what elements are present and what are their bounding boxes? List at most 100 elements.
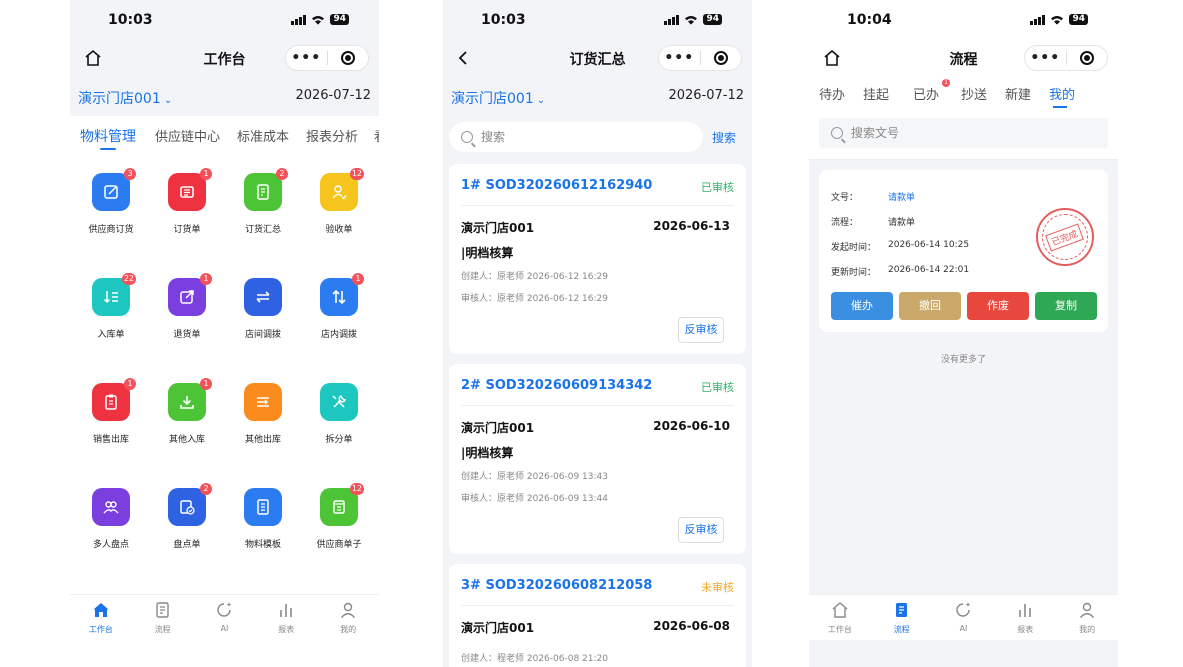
- grid-item[interactable]: 12 验收单: [301, 168, 377, 235]
- withdraw-button[interactable]: 撤回: [899, 292, 961, 320]
- grid-item[interactable]: 2 盘点单: [149, 483, 225, 550]
- order-store: 演示门店001: [461, 421, 535, 435]
- tabbar-mine[interactable]: 我的: [1056, 595, 1118, 640]
- tabbar-report[interactable]: 报表: [994, 595, 1056, 640]
- store-selector[interactable]: 演示门店001 ⌄: [451, 88, 545, 108]
- grid-item[interactable]: 1 订货单: [149, 168, 225, 235]
- tabbar-ai[interactable]: AI: [194, 595, 256, 640]
- tabbar-workbench[interactable]: 工作台: [70, 595, 132, 640]
- unapprove-button[interactable]: 反审核: [678, 517, 724, 543]
- tab-cc[interactable]: 抄送: [961, 84, 987, 103]
- grid-item[interactable]: 1 店内调拨: [301, 273, 377, 340]
- grid-item[interactable]: 2 订货汇总: [225, 168, 301, 235]
- clipboard-icon: 1: [92, 378, 136, 421]
- void-button[interactable]: 作废: [967, 292, 1029, 320]
- ai-icon: [956, 602, 971, 617]
- store-selector[interactable]: 演示门店001 ⌄: [78, 88, 172, 108]
- battery-icon: 94: [703, 14, 722, 25]
- nav-bar: 流程 •••: [809, 40, 1118, 76]
- wifi-icon: [1051, 15, 1064, 25]
- mini-program-capsule: •••: [658, 45, 742, 71]
- search-icon: [831, 127, 843, 139]
- copy-button[interactable]: 复制: [1035, 292, 1097, 320]
- order-card[interactable]: 1# SOD320260612162940 已审核 演示门店001 2026-06…: [449, 164, 746, 354]
- grid-item-label: 订货汇总: [244, 225, 281, 235]
- grid-item[interactable]: 22 入库单: [73, 273, 149, 340]
- order-creator: 创建人：原老师 2026-06-12 16:29: [461, 272, 608, 282]
- up-down-icon: 1: [320, 273, 364, 316]
- count-badge: 1: [124, 378, 136, 390]
- edit-icon: 3: [92, 168, 136, 211]
- grid-item[interactable]: 12 供应商单子: [301, 483, 377, 550]
- grid-item[interactable]: 1 销售出库: [73, 378, 149, 445]
- grid-item[interactable]: 店间调拨: [225, 278, 301, 340]
- close-target-icon[interactable]: [700, 51, 741, 65]
- search-button[interactable]: 搜索: [712, 129, 736, 146]
- note-icon: 12: [320, 483, 364, 526]
- grid-item[interactable]: 拆分单: [301, 383, 377, 445]
- order-card[interactable]: 2# SOD320260609134342 已审核 演示门店001 2026-06…: [449, 364, 746, 554]
- grid-item[interactable]: 多人盘点: [73, 488, 149, 550]
- grid-item-label: 供应商订货: [88, 225, 134, 235]
- tab-material[interactable]: 物料管理: [80, 126, 136, 146]
- tab-done[interactable]: 已办: [913, 84, 939, 103]
- search-input[interactable]: [851, 126, 1031, 140]
- count-badge: 2: [200, 483, 212, 495]
- more-icon[interactable]: •••: [286, 45, 327, 71]
- tabbar-flow[interactable]: 流程: [132, 595, 194, 640]
- flow-card[interactable]: 文号： 请款单 流程： 请款单 发起时间： 2026-06-14 10:25 更新时间…: [819, 170, 1108, 332]
- tabbar-report[interactable]: 报表: [255, 595, 317, 640]
- tab-todo[interactable]: 待办: [819, 84, 845, 103]
- grid-item[interactable]: 3 供应商订货: [73, 168, 149, 235]
- signal-icon: [291, 14, 307, 25]
- flow-screen: 10:04 94 流程 ••• 待办 挂起 已办 1 抄送 新建 我的 文号： 请…: [809, 0, 1118, 667]
- tab-new[interactable]: 新建: [1005, 84, 1031, 103]
- grid-item-label: 供应商单子: [316, 540, 362, 550]
- tabbar-workbench[interactable]: 工作台: [809, 595, 871, 640]
- bottom-tab-bar: 工作台 流程 AI 报表 我的: [809, 594, 1118, 640]
- more-icon[interactable]: •••: [1025, 45, 1066, 71]
- status-badge: 已审核: [701, 181, 734, 194]
- order-date: 2026-06-08: [653, 619, 730, 633]
- tabbar-flow[interactable]: 流程: [871, 595, 933, 640]
- more-icon[interactable]: •••: [659, 45, 700, 71]
- user-check-icon: 12: [320, 168, 364, 211]
- grid-item[interactable]: 1 退货单: [149, 273, 225, 340]
- swap-icon: [244, 278, 282, 316]
- signal-icon: [664, 14, 680, 25]
- close-target-icon[interactable]: [1066, 51, 1107, 65]
- grid-item[interactable]: 1 其他入库: [149, 378, 225, 445]
- tab-standard-cost[interactable]: 标准成本: [237, 126, 289, 145]
- tab-mine[interactable]: 我的: [1049, 84, 1075, 103]
- doc-no-label: 文号：: [831, 193, 859, 203]
- completed-stamp: 已完成: [1036, 208, 1094, 266]
- order-creator: 创建人：原老师 2026-06-09 13:43: [461, 472, 608, 482]
- document-icon: 2: [244, 168, 288, 211]
- download-icon: 1: [168, 378, 212, 421]
- grid-item-label: 其他入库: [168, 435, 205, 445]
- tab-suspended[interactable]: 挂起: [863, 84, 889, 103]
- tabbar-ai[interactable]: AI: [933, 595, 995, 640]
- store-bar: 演示门店001 ⌄ 2026-07-12: [443, 76, 752, 116]
- search-input[interactable]: [481, 130, 661, 144]
- nav-bar: 工作台 •••: [70, 40, 379, 76]
- urge-button[interactable]: 催办: [831, 292, 893, 320]
- grid-item[interactable]: 其他出库: [225, 383, 301, 445]
- store-bar: 演示门店001 ⌄ 2026-07-12: [70, 76, 379, 116]
- users-icon: [92, 488, 130, 526]
- tab-more[interactable]: 看: [374, 126, 379, 145]
- doc-no-value[interactable]: 请款单: [888, 190, 915, 203]
- order-card[interactable]: 3# SOD320260608212058 未审核 演示门店001 2026-06…: [449, 564, 746, 667]
- unapprove-button[interactable]: 反审核: [678, 317, 724, 343]
- tab-supply-chain[interactable]: 供应链中心: [155, 126, 220, 145]
- close-target-icon[interactable]: [327, 51, 368, 65]
- flow-value: 请款单: [888, 218, 916, 228]
- update-time-label: 更新时间：: [831, 268, 877, 278]
- order-store: 演示门店001: [461, 621, 535, 635]
- tab-reports[interactable]: 报表分析: [306, 126, 358, 145]
- grid-item[interactable]: 物料模板: [225, 488, 301, 550]
- tabbar-mine[interactable]: 我的: [317, 595, 379, 640]
- flow-label: 流程：: [831, 218, 859, 228]
- order-reviewer: 审核人：原老师 2026-06-09 13:44: [461, 494, 608, 504]
- search-area: [809, 110, 1118, 160]
